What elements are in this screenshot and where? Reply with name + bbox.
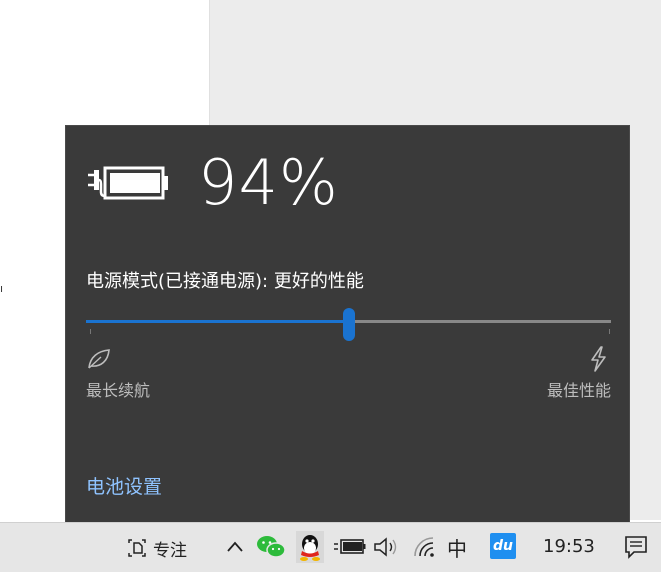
input-method-indicator[interactable]: 中 xyxy=(447,533,467,562)
slider-tick-right xyxy=(609,329,610,334)
taskbar-clock[interactable]: 19:53 xyxy=(543,536,595,557)
baidu-input-icon[interactable]: du xyxy=(490,533,516,559)
action-center-icon[interactable] xyxy=(622,533,650,561)
battery-status-row: 94% xyxy=(86,148,339,218)
focus-assist-button[interactable]: 专注 xyxy=(126,535,187,561)
lightning-icon xyxy=(591,346,606,372)
slider-thumb[interactable] xyxy=(343,308,355,341)
taskbar: 专注 中 du 19:53 xyxy=(0,522,661,572)
background-stray-mark: ı xyxy=(0,282,4,295)
qq-icon[interactable] xyxy=(296,531,324,563)
speaker-icon[interactable] xyxy=(372,535,400,559)
slider-tick-left xyxy=(90,329,91,334)
battery-percentage: 94% xyxy=(198,146,339,219)
chevron-up-icon[interactable] xyxy=(224,537,246,557)
best-performance-label: 最佳性能 xyxy=(546,381,611,400)
battery-flyout: 94% 电源模式(已接通电源): 更好的性能 最长续航 最佳性能 电池设置 xyxy=(66,126,629,522)
focus-assist-icon xyxy=(128,539,146,557)
leaf-icon xyxy=(88,349,110,369)
power-mode-slider[interactable] xyxy=(86,308,611,341)
battery-charging-icon xyxy=(88,166,168,200)
wechat-icon[interactable] xyxy=(256,534,286,560)
battery-settings-link[interactable]: 电池设置 xyxy=(86,472,162,499)
slider-track-fill xyxy=(86,320,349,323)
focus-assist-label: 专注 xyxy=(153,540,187,561)
wifi-icon[interactable] xyxy=(412,535,440,559)
power-mode-label: 电源模式(已接通电源): 更好的性能 xyxy=(86,271,364,292)
battery-icon[interactable] xyxy=(333,537,367,557)
best-battery-label: 最长续航 xyxy=(86,381,151,400)
